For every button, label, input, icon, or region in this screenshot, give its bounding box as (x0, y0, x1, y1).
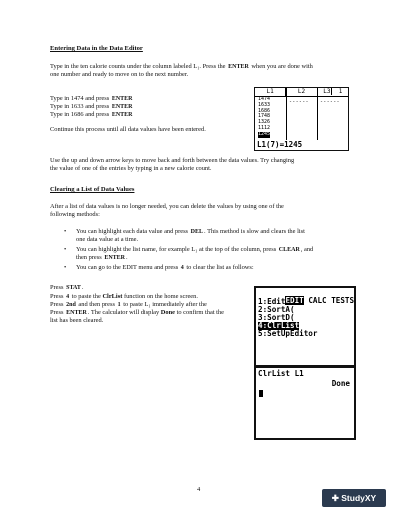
calculator-stat-menu-screen: EDIT CALC TESTS 1:Edit… 2:SortA( 3:SortD… (254, 286, 356, 367)
header-l1: L1 (255, 88, 287, 96)
plus-icon: ✚ (331, 493, 339, 503)
calculator-list-editor-screen: L1 L2 L3 1 1474 1633 1686 1748 1326 1112… (254, 87, 349, 151)
step-1474: Type in 1474 and press ENTER (50, 95, 133, 102)
del-key-icon: DEL (190, 229, 203, 235)
enter-key-icon: ENTER (104, 255, 126, 262)
l1-column-values: 1474 1633 1686 1748 1326 1112 1245 (258, 96, 271, 138)
enter-key-icon: ENTER (111, 104, 133, 111)
selected-cell: 1245 (258, 130, 271, 138)
l2-dashes: ------ (289, 99, 309, 105)
stat-key-icon: STAT (66, 285, 81, 291)
bullet-icon: • (64, 228, 67, 235)
studyxy-logo: ✚ StudyXY (322, 489, 386, 507)
press-stat-line: Press STAT. (50, 284, 84, 291)
header-l2: L2 (286, 88, 318, 96)
continue-text: Continue this process until all data val… (50, 126, 206, 133)
arrow-keys-paragraph: Use the up and down arrow keys to move b… (50, 157, 295, 173)
method-highlight-value: • You can highlight each data value and … (64, 228, 305, 244)
step-confirm-done: Press ENTER. The calculator will display… (50, 309, 224, 325)
page-number: 4 (197, 486, 201, 493)
document-page: Entering Data in the Data Editor Type in… (0, 0, 400, 518)
enter-key-icon: ENTER (228, 64, 249, 70)
step-1633: Type in 1633 and press ENTER (50, 103, 133, 111)
bullet-icon: • (64, 246, 67, 254)
enter-key-icon: ENTER (66, 310, 87, 316)
method-highlight-list-name: • You can highlight the list name, for e… (64, 246, 314, 262)
one-key-icon: 1 (117, 302, 121, 309)
step-1686: Type in 1686 and press ENTER (50, 111, 133, 119)
second-key-icon: 2nd (66, 302, 76, 309)
tab-tests: TESTS (331, 296, 355, 306)
step-paste-l1: Press 2nd and then press 1 to paste L₁ i… (50, 301, 207, 309)
cursor-icon (259, 390, 263, 397)
enter-key-icon: ENTER (111, 96, 133, 102)
home-command: ClrList L1 (258, 369, 304, 378)
method-edit-menu: • You can go to the EDIT menu and press … (64, 264, 254, 272)
section-heading-entering-data: Entering Data in the Data Editor (50, 45, 143, 52)
list-status-line: L1(7)=1245 (257, 140, 303, 149)
clrlist-steps: Press 4 to paste the ClrList function on… (50, 293, 250, 309)
four-key-icon: 4 (180, 265, 184, 272)
menu-item-setupeditor: 5:SetUpEditor (258, 329, 318, 338)
clear-key-icon: CLEAR (278, 247, 300, 254)
section-heading-clearing-list: Clearing a List of Data Values (50, 186, 135, 193)
clearing-methods-list: • You can highlight each data value and … (64, 228, 358, 272)
calculator-home-screen: ClrList L1 Done (254, 366, 356, 440)
clearing-intro: After a list of data values is no longer… (50, 203, 284, 219)
enter-key-icon: ENTER (111, 112, 133, 119)
tab-calc: CALC (308, 296, 327, 306)
l3-dashes: ------ (320, 99, 340, 105)
home-result: Done (331, 379, 350, 388)
four-key-icon: 4 (66, 294, 70, 300)
header-l3-with-index: L3 1 (323, 88, 343, 95)
step-paste-clrlist: Press 4 to paste the ClrList function on… (50, 293, 198, 300)
step-list: Type in 1474 and press ENTER Type in 163… (50, 95, 133, 119)
bullet-icon: • (64, 264, 67, 272)
intro-paragraph: Type in the ten calorie counts under the… (50, 63, 313, 79)
